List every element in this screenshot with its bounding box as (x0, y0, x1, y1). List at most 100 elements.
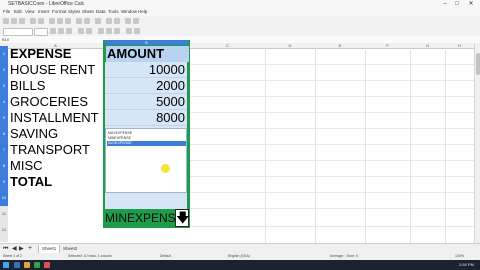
task-view-icon[interactable] (14, 262, 20, 268)
menu-insert[interactable]: Insert (38, 8, 49, 16)
background-color-icon[interactable] (86, 28, 92, 34)
dropdown-option-selected[interactable]: AVGEXPENSE (107, 141, 186, 146)
row-header-4[interactable]: 4 (0, 94, 8, 110)
menu-file[interactable]: File (3, 8, 10, 16)
menu-help[interactable]: Help (138, 8, 147, 16)
taskbar: 2:50 PM (0, 260, 480, 270)
scrollbar-thumb[interactable] (476, 53, 480, 75)
new-document-icon[interactable] (3, 18, 9, 24)
filter-icon[interactable] (114, 18, 120, 24)
grid-line (315, 48, 316, 243)
cell-a7[interactable]: TRANSPORT (10, 142, 90, 158)
undo-icon[interactable] (76, 18, 82, 24)
cell-a5[interactable]: INSTALLMENT (10, 110, 99, 126)
minimize-button[interactable]: – (440, 0, 450, 8)
cell-a8[interactable]: MISC (10, 158, 43, 174)
browser-icon[interactable] (44, 262, 50, 268)
align-right-icon[interactable] (114, 28, 120, 34)
cell-b10[interactable] (105, 193, 187, 209)
grid-line (190, 226, 475, 227)
cell-b2[interactable]: 10000 (105, 62, 187, 78)
italic-icon[interactable] (58, 28, 64, 34)
row-header-8[interactable]: 8 (0, 158, 8, 174)
row-header-3[interactable]: 3 (0, 78, 8, 94)
row-header-10[interactable]: 10 (0, 190, 8, 206)
column-header-g[interactable]: G (410, 43, 445, 48)
cut-icon[interactable] (49, 18, 55, 24)
validation-dropdown-list[interactable]: MAXEXPENSE MINEXPENSE AVGEXPENSE (105, 128, 187, 193)
paste-icon[interactable] (65, 18, 71, 24)
cell-a4[interactable]: GROCERIES (10, 94, 88, 110)
column-header-e[interactable]: E (315, 43, 365, 48)
find-icon[interactable] (95, 18, 101, 24)
menu-data[interactable]: Data (96, 8, 106, 16)
maximize-button[interactable]: □ (452, 0, 462, 8)
row-header-1[interactable]: 1 (0, 46, 8, 62)
row-header-12[interactable]: 12 (0, 222, 8, 242)
libreoffice-calc-icon[interactable] (34, 262, 40, 268)
sort-icon[interactable] (106, 18, 112, 24)
column-header-c[interactable]: C (190, 43, 265, 48)
row-header-9[interactable]: 9 (0, 174, 8, 190)
menu-styles[interactable]: Styles (68, 8, 80, 16)
percent-icon[interactable] (134, 28, 140, 34)
cell-a2[interactable]: HOUSE RENT (10, 62, 95, 78)
row-header-11[interactable]: 11 (0, 206, 8, 222)
currency-icon[interactable] (126, 28, 132, 34)
name-box[interactable]: B10 (2, 36, 9, 43)
cell-b1[interactable]: AMOUNT (106, 46, 189, 62)
insert-image-icon[interactable] (125, 18, 131, 24)
dropdown-option[interactable]: MAXEXPENSE (107, 131, 186, 136)
cell-a1[interactable]: EXPENSE (10, 46, 71, 62)
column-header-f[interactable]: F (365, 43, 410, 48)
grid-line (190, 176, 475, 177)
redo-icon[interactable] (84, 18, 90, 24)
grid-line (445, 48, 446, 243)
menu-window[interactable]: Window (121, 8, 137, 16)
menu-bar: File Edit View Insert Format Styles Shee… (0, 8, 480, 16)
open-icon[interactable] (11, 18, 17, 24)
cell-b3[interactable]: 2000 (105, 78, 187, 94)
font-color-icon[interactable] (78, 28, 84, 34)
row-header-6[interactable]: 6 (0, 126, 8, 142)
grid-line (410, 48, 411, 243)
file-explorer-icon[interactable] (24, 262, 30, 268)
close-button[interactable]: ✕ (466, 0, 476, 8)
menu-sheet[interactable]: Sheet (82, 8, 94, 16)
bold-icon[interactable] (50, 28, 56, 34)
taskbar-clock[interactable]: 2:50 PM (459, 260, 474, 270)
row-header-7[interactable]: 7 (0, 142, 8, 158)
vertical-scrollbar[interactable] (474, 43, 480, 243)
copy-icon[interactable] (57, 18, 63, 24)
row-header-5[interactable]: 5 (0, 110, 8, 126)
cell-b5[interactable]: 8000 (105, 110, 187, 126)
cell-a9[interactable]: TOTAL (10, 174, 52, 190)
save-icon[interactable] (19, 18, 25, 24)
align-center-icon[interactable] (106, 28, 112, 34)
menu-tools[interactable]: Tools (108, 8, 119, 16)
column-b-header-highlight[interactable]: B (105, 40, 188, 45)
cell-a3[interactable]: BILLS (10, 78, 45, 94)
font-size-box[interactable] (34, 28, 48, 36)
cell-a6[interactable]: SAVING (10, 126, 58, 142)
print-icon[interactable] (38, 18, 44, 24)
column-header-h[interactable]: H (445, 43, 474, 48)
column-header-d[interactable]: D (265, 43, 315, 48)
sheet-tab-2[interactable]: Sheet2 (60, 245, 80, 253)
dropdown-arrow-icon[interactable]: 🡇 (175, 209, 189, 227)
insert-chart-icon[interactable] (133, 18, 139, 24)
cell-b4[interactable]: 5000 (105, 94, 187, 110)
standard-toolbar (0, 16, 480, 26)
dropdown-option[interactable]: MINEXPENSE (107, 136, 186, 141)
menu-edit[interactable]: Edit (14, 8, 22, 16)
validation-cell-value[interactable]: MINEXPENSE (105, 210, 175, 227)
align-left-icon[interactable] (98, 28, 104, 34)
underline-icon[interactable] (66, 28, 72, 34)
export-pdf-icon[interactable] (30, 18, 36, 24)
status-zoom[interactable]: 100% (455, 253, 464, 260)
start-icon[interactable] (3, 262, 9, 268)
menu-view[interactable]: View (25, 8, 35, 16)
row-header-2[interactable]: 2 (0, 62, 8, 78)
font-name-box[interactable] (3, 28, 33, 36)
menu-format[interactable]: Format (52, 8, 66, 16)
